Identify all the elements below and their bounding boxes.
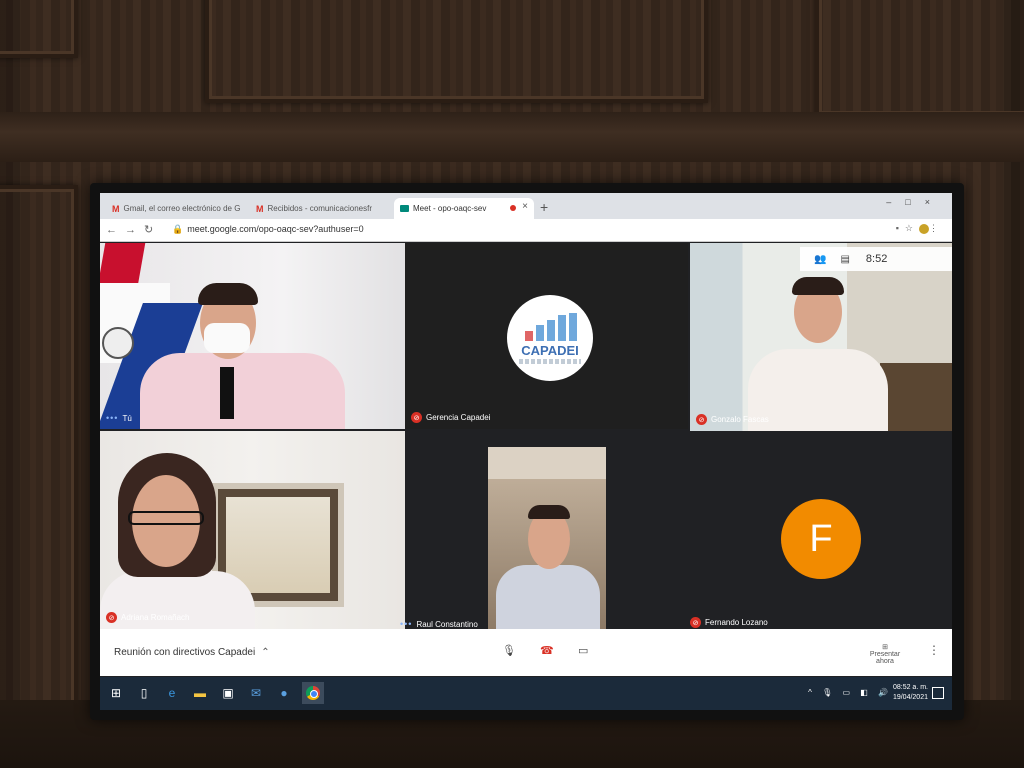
recording-icon [510, 205, 516, 211]
notification-icon[interactable] [932, 687, 944, 699]
gmail-icon: M [256, 203, 264, 214]
participant-tile-raul[interactable] [488, 447, 606, 629]
mic-off-icon: ⊘ [696, 414, 707, 425]
mic-off-icon: ⊘ [690, 617, 701, 628]
tab-gmail[interactable]: M Gmail, el correo electrónico de G [106, 198, 246, 219]
tab-inbox[interactable]: M Recibidos - comunicacionesfr [250, 198, 390, 219]
face-mask [204, 323, 250, 353]
file-explorer-icon[interactable]: ▬ [192, 685, 208, 701]
participant-name: ⊘ Gerencia Capadei [411, 412, 490, 423]
chrome-icon [306, 686, 320, 700]
ceiling [488, 447, 606, 479]
present-label: Presentar ahora [869, 651, 901, 665]
chrome-taskbar-button[interactable] [302, 682, 324, 704]
participant-name: ⊘ Gonzalo Fascas [696, 414, 769, 425]
taskbar-date: 19/04/2021 [892, 694, 928, 701]
meeting-title: Reunión con directivos Capadei [114, 647, 256, 658]
person-hair [528, 505, 570, 519]
participant-name: ••• Tú [106, 413, 132, 423]
browser-tab-bar: M Gmail, el correo electrónico de G M Re… [100, 193, 952, 219]
meet-icon [400, 205, 409, 212]
browser-toolbar-icons[interactable]: ▪☆ ⋮ [896, 223, 944, 234]
url-field[interactable]: 🔒 meet.google.com/opo-oaqc-sev?authuser=0 [172, 224, 364, 235]
more-options-icon[interactable]: ⋮ [928, 643, 940, 657]
meet-bottom-bar: Reunión con directivos Capadei ⌃ 🎙 ☎ ▭ ⊞ … [100, 629, 952, 676]
microphone-button[interactable]: 🎙 [502, 644, 516, 657]
meet-clock: 8:52 [865, 253, 888, 265]
participant-tile-capadei[interactable]: CAPADEI ⊘ Gerencia Capadei [405, 243, 688, 429]
participant-name-raul: ••• Raul Constantino [400, 619, 478, 629]
logo-text: CAPADEI [521, 343, 579, 358]
task-view-icon[interactable]: ▯ [136, 685, 152, 701]
profile-avatar[interactable] [919, 223, 929, 234]
present-now-button[interactable]: ⊞ Presentar ahora [860, 643, 910, 665]
mail-icon[interactable]: ✉ [248, 685, 264, 701]
participant-avatar-fernando[interactable]: F [781, 499, 861, 579]
capadei-logo: CAPADEI [507, 295, 593, 381]
camera-button[interactable]: ▭ [578, 644, 588, 657]
person-body [748, 349, 888, 431]
chat-icon[interactable]: ▤ [840, 254, 849, 265]
nav-buttons[interactable]: ←→↻ [106, 223, 161, 236]
person-body [496, 565, 600, 629]
wall-panel [205, 0, 708, 103]
wall-panel [0, 0, 78, 58]
person-tie [220, 367, 234, 419]
desk [880, 363, 952, 431]
wall-panel [815, 0, 1024, 118]
wall-panel [0, 185, 78, 753]
participant-name: ⊘ Adriana Romañach [106, 612, 189, 623]
windows-taskbar: ⊞ ▯ e ▬ ▣ ✉ ● ^ 🎙 ▭ ◧ 🔊 08:52 a. m. 19/0… [100, 677, 952, 710]
person-hair [792, 277, 844, 295]
tab-label: Gmail, el correo electrónico de G [123, 204, 241, 213]
person-hair [198, 283, 258, 305]
mic-off-icon: ⊘ [411, 412, 422, 423]
taskbar-time: 08:52 a. m. [892, 684, 928, 691]
edge-icon[interactable]: e [164, 685, 180, 701]
close-tab-icon[interactable]: × [522, 201, 528, 212]
audio-dots-icon: ••• [106, 413, 119, 423]
participant-tile-gonzalo[interactable]: ⊘ Gonzalo Fascas [690, 243, 952, 431]
tab-label: Meet - opo-oaqc-sev [413, 204, 487, 213]
new-tab-button[interactable]: + [540, 199, 548, 215]
glasses [128, 511, 204, 525]
meet-top-bar: 👥 ▤ 8:52 [800, 247, 952, 271]
windows-start-icon[interactable]: ⊞ [108, 685, 124, 701]
taskbar-clock[interactable]: 08:52 a. m. 19/04/2021 [893, 683, 928, 703]
url-text: meet.google.com/opo-oaqc-sev?authuser=0 [187, 224, 364, 234]
lock-icon: 🔒 [172, 224, 184, 234]
present-icon: ⊞ [882, 644, 888, 651]
wall-rail [0, 112, 1024, 162]
chevron-up-icon: ⌃ [261, 647, 270, 658]
gmail-icon: M [112, 203, 120, 214]
zoom-icon[interactable]: ● [276, 685, 292, 701]
mic-off-icon: ⊘ [106, 612, 117, 623]
system-tray-icons[interactable]: ^ 🎙 ▭ ◧ 🔊 [808, 688, 892, 697]
tab-meet[interactable]: Meet - opo-oaqc-sev × [394, 198, 534, 219]
tv-screen: M Gmail, el correo electrónico de G M Re… [100, 193, 952, 710]
participant-name: ⊘ Fernando Lozano [690, 617, 768, 628]
audio-dots-icon: ••• [400, 619, 413, 629]
participant-tile-adriana[interactable]: ⊘ Adriana Romañach [100, 431, 405, 629]
address-bar: ←→↻ 🔒 meet.google.com/opo-oaqc-sev?authus… [100, 219, 952, 242]
people-icon[interactable]: 👥 [814, 254, 826, 265]
participant-tile-self[interactable]: ••• Tú [100, 243, 405, 429]
tab-label: Recibidos - comunicacionesfr [267, 204, 373, 213]
person-body [140, 353, 345, 429]
window-controls[interactable]: –□× [886, 197, 944, 207]
tv-monitor: M Gmail, el correo electrónico de G M Re… [90, 183, 964, 720]
store-icon[interactable]: ▣ [220, 685, 236, 701]
meeting-details-button[interactable]: Reunión con directivos Capadei ⌃ [114, 647, 270, 658]
flag-seal-icon [102, 327, 134, 359]
hang-up-button[interactable]: ☎ [540, 644, 554, 657]
